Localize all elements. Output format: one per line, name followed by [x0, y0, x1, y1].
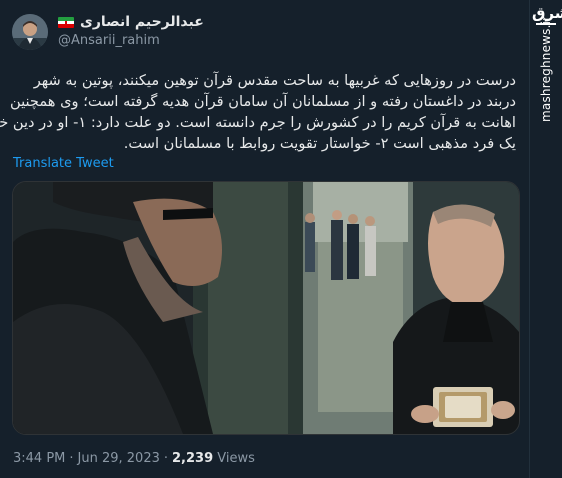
tweet-text-line: اهانت به قرآن کریم را در کشورش را جرم دا…: [0, 114, 516, 131]
translate-tweet-link[interactable]: Translate Tweet: [13, 156, 114, 171]
meta-separator: ·: [163, 451, 169, 466]
tweet-date[interactable]: Jun 29, 2023: [78, 451, 160, 466]
views-label: Views: [217, 451, 255, 466]
tweet-text-line: دربند در داغستان رفته و از مسلمانان آن س…: [10, 93, 516, 110]
meta-separator: ·: [69, 451, 74, 466]
tweet-card: عبدالرحیم انصاری @Ansarii_rahim درست در …: [0, 0, 530, 478]
author-name-row: عبدالرحیم انصاری: [58, 12, 204, 32]
avatar[interactable]: [12, 14, 48, 50]
tweet-text-line: یک فرد مذهبی است ۲- خواستار تقویت روابط …: [123, 135, 516, 152]
author-display-name[interactable]: عبدالرحیم انصاری: [80, 14, 204, 30]
tweet-meta: 3:44 PM · Jun 29, 2023 · 2,239 Views: [13, 451, 255, 466]
author-handle[interactable]: @Ansarii_rahim: [58, 33, 160, 48]
iran-flag-icon: [58, 16, 74, 28]
watermark-strip: مشرق mashreghnews.ir: [529, 0, 562, 478]
tweet-time[interactable]: 3:44 PM: [13, 451, 65, 466]
watermark-site: mashreghnews.ir: [539, 15, 553, 122]
views-count: 2,239: [172, 451, 214, 466]
tweet-text-line: درست در روزهایی که غربیها به ساحت مقدس ق…: [33, 72, 516, 89]
tweet-media-photo[interactable]: [12, 181, 520, 435]
tweet-text: درست در روزهایی که غربیها به ساحت مقدس ق…: [0, 70, 516, 154]
